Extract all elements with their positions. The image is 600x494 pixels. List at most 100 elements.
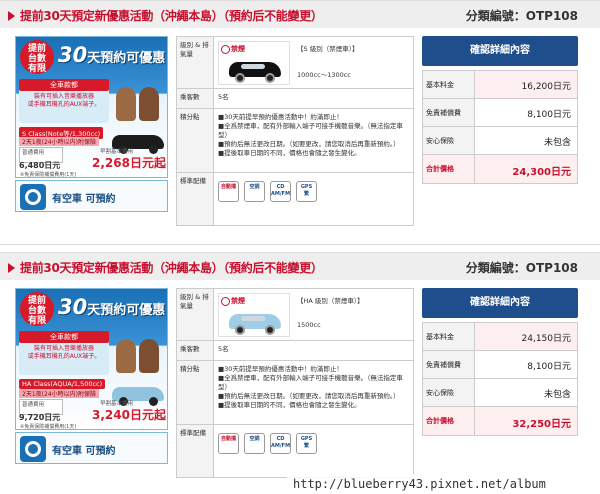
car-class-row: 級別 & 排氣量 禁煙 【HA 級別（禁煙車）】 1500cc <box>177 289 413 341</box>
car-image: 禁煙 <box>218 293 290 337</box>
available-circle-icon <box>20 436 46 462</box>
point-item: ■全爲禁煙車，配有外部輸入端子可接手機聽音樂。（無法指定車型） <box>218 374 403 391</box>
total-label: 合計價格 <box>423 155 475 183</box>
feature-desc: 裝有可插入音樂播放器 或手機耳機孔的AUX端子。 <box>27 93 101 108</box>
point-item: ■預約后無法更改日期。（如要更改，請您取消后再重新預約。） <box>218 392 400 400</box>
watermark-url: http://blueberry43.pixnet.net/album <box>287 474 600 494</box>
red-triangle-icon <box>8 11 15 21</box>
equipment-label: 標準配備 <box>177 425 214 477</box>
feature-title: 全車款都 <box>19 331 109 343</box>
cd-radio-icon: CD AM/FM <box>270 181 291 202</box>
safety-insurance-row: 安心保險 未包含 <box>423 379 577 407</box>
points-row: 積分點 ■30天前提早預約優惠活動中！約滿即止！ ■全爲禁煙車，配有外部輸入端子可… <box>177 361 413 425</box>
insurance-row: 免責補償費 8,100日元 <box>423 99 577 127</box>
air-conditioner-icon: 空調 <box>244 181 265 202</box>
point-item: ■提後取車日期的不同，價格也會隨之發生變化。 <box>218 401 361 409</box>
base-fee-label: 基本料金 <box>423 71 475 98</box>
point-item: ■提後取車日期的不同，價格也會隨之發生變化。 <box>218 149 361 157</box>
promo-duration: 2天1夜(24小時以内)附保險 <box>19 137 99 146</box>
listing-divider <box>0 244 600 245</box>
points-label: 積分點 <box>177 109 214 172</box>
regular-price: 6,480日元 <box>19 161 61 170</box>
availability-status: 有空車 可預約 <box>15 432 168 464</box>
point-item: ■30天前提早預約優惠活動中！約滿即止！ <box>218 365 343 373</box>
promo-duration: 2天1夜(24小時以内)附保險 <box>19 389 99 398</box>
feature-box: 全車款都 裝有可插入音樂播放器 或手機耳機孔的AUX端子。 <box>19 331 109 375</box>
cd-radio-icon: CD AM/FM <box>270 433 291 454</box>
no-smoking-icon <box>221 296 230 306</box>
car-class-text: 【S 級別（禁煙車）】 <box>297 45 359 53</box>
total-row: 合計價格 32,250日元 <box>423 407 577 435</box>
automatic-icon: 自動擋 <box>218 433 239 454</box>
car-class-label: 級別 & 排氣量 <box>177 37 214 88</box>
insurance-fee: 8,100日元 <box>527 110 571 120</box>
base-fee: 16,200日元 <box>521 82 572 92</box>
feature-title: 全車款都 <box>19 79 109 91</box>
engine-displacement: 1000cc～1300cc <box>297 71 351 79</box>
confirm-details-button[interactable]: 確認詳細內容 <box>422 288 578 318</box>
plan-title[interactable]: 提前30天預定新優惠活動（沖繩本島）（預約后不能變更） <box>20 7 323 24</box>
regular-price: 9,720日元 <box>19 413 61 422</box>
price-table: 基本料金 16,200日元 免責補償費 8,100日元 安心保險 未包含 合計價… <box>422 70 578 184</box>
safety-insurance-label: 安心保險 <box>423 127 475 154</box>
early-price: 3,240日元起 <box>92 408 166 422</box>
points-list: ■30天前提早預約優惠活動中！約滿即止！ ■全爲禁煙車，配有外部輸入端子可接手機聽… <box>214 361 413 414</box>
availability-status: 有空車 可預約 <box>15 180 168 212</box>
gps-icon: GPS 繁 <box>296 433 317 454</box>
air-conditioner-icon: 空調 <box>244 433 265 454</box>
available-circle-icon <box>20 184 46 210</box>
safety-insurance-row: 安心保險 未包含 <box>423 127 577 155</box>
safety-insurance-label: 安心保險 <box>423 379 475 406</box>
points-label: 積分點 <box>177 361 214 424</box>
base-fee-label: 基本料金 <box>423 323 475 350</box>
plan-details-table: 級別 & 排氣量 禁煙 【S 級別（禁煙車）】 1000cc～1300cc 乘客… <box>176 36 414 226</box>
point-item: ■全爲禁煙車，配有外部輸入端子可接手機聽音樂。（無法指定車型） <box>218 122 403 139</box>
passenger-label: 乘客數 <box>177 341 214 360</box>
gps-icon: GPS 繁 <box>296 181 317 202</box>
passenger-label: 乘客數 <box>177 89 214 108</box>
insurance-label: 免責補償費 <box>423 351 475 378</box>
insurance-label: 免責補償費 <box>423 99 475 126</box>
insurance-row: 免責補償費 8,100日元 <box>423 351 577 379</box>
plan-header: 提前30天預定新優惠活動（沖繩本島）（預約后不能變更） 分類編號：OTP108 <box>0 0 600 28</box>
equipment-icons: 自動擋 空調 CD AM/FMGPS 繁 <box>218 181 322 202</box>
promo-note: ※免責保險補償費用(1天) <box>20 172 77 178</box>
engine-displacement: 1500cc <box>297 321 321 329</box>
plan-title[interactable]: 提前30天預定新優惠活動（沖繩本島）（預約后不能變更） <box>20 259 323 276</box>
feature-desc: 裝有可插入音樂播放器 或手機耳機孔的AUX端子。 <box>27 345 101 360</box>
plan-code: 分類編號：OTP108 <box>465 9 578 23</box>
passenger-count: 5名 <box>218 345 229 353</box>
base-fee-row: 基本料金 16,200日元 <box>423 71 577 99</box>
car-class-label: 級別 & 排氣量 <box>177 289 214 340</box>
shisa-statue-image <box>114 333 162 373</box>
no-smoking-icon <box>221 44 230 54</box>
points-list: ■30天前提早預約優惠活動中！約滿即止！ ■全爲禁煙車，配有外部輸入端子可接手機聽… <box>214 109 413 162</box>
early-price: 2,268日元起 <box>92 156 166 170</box>
limited-badge: 提前 台數 有限 <box>20 40 54 74</box>
confirm-details-button[interactable]: 確認詳細內容 <box>422 36 578 66</box>
plan-details-table: 級別 & 排氣量 禁煙 【HA 級別（禁煙車）】 1500cc 乘客數 5名 積… <box>176 288 414 478</box>
no-smoking-badge: 禁煙 <box>221 296 245 306</box>
plan-header: 提前30天預定新優惠活動（沖繩本島）（預約后不能變更） 分類編號：OTP108 <box>0 252 600 280</box>
point-item: ■30天前提早預約優惠活動中！約滿即止！ <box>218 113 343 121</box>
promo-note: ※免責保險補償費用(1天) <box>20 424 77 430</box>
car-class-row: 級別 & 排氣量 禁煙 【S 級別（禁煙車）】 1000cc～1300cc <box>177 37 413 89</box>
total-row: 合計價格 24,300日元 <box>423 155 577 183</box>
car-icon <box>229 308 281 335</box>
limited-badge: 提前 台數 有限 <box>20 292 54 326</box>
point-item: ■預約后無法更改日期。（如要更改，請您取消后再重新預約。） <box>218 140 400 148</box>
equipment-row: 標準配備 自動擋 空調 CD AM/FMGPS 繁 <box>177 425 413 477</box>
total-price: 32,250日元 <box>512 419 571 430</box>
safety-insurance-value: 未包含 <box>543 138 571 148</box>
no-smoking-badge: 禁煙 <box>221 44 245 54</box>
promo-banner[interactable]: 提前 台數 有限 30天預約可優惠! 全車款都 裝有可插入音樂播放器 或手機耳機… <box>15 288 168 430</box>
base-fee-row: 基本料金 24,150日元 <box>423 323 577 351</box>
plan-code: 分類編號：OTP108 <box>465 261 578 275</box>
equipment-row: 標準配備 自動擋 空調 CD AM/FMGPS 繁 <box>177 173 413 225</box>
promo-banner[interactable]: 提前 台數 有限 30天預約可優惠! 全車款都 裝有可插入音樂播放器 或手機耳機… <box>15 36 168 178</box>
promo-class-label: HA Class(AQUA/1,500cc) <box>19 379 106 389</box>
passenger-count: 5名 <box>218 93 229 101</box>
automatic-icon: 自動擋 <box>218 181 239 202</box>
car-icon <box>229 56 281 83</box>
base-fee: 24,150日元 <box>521 334 572 344</box>
